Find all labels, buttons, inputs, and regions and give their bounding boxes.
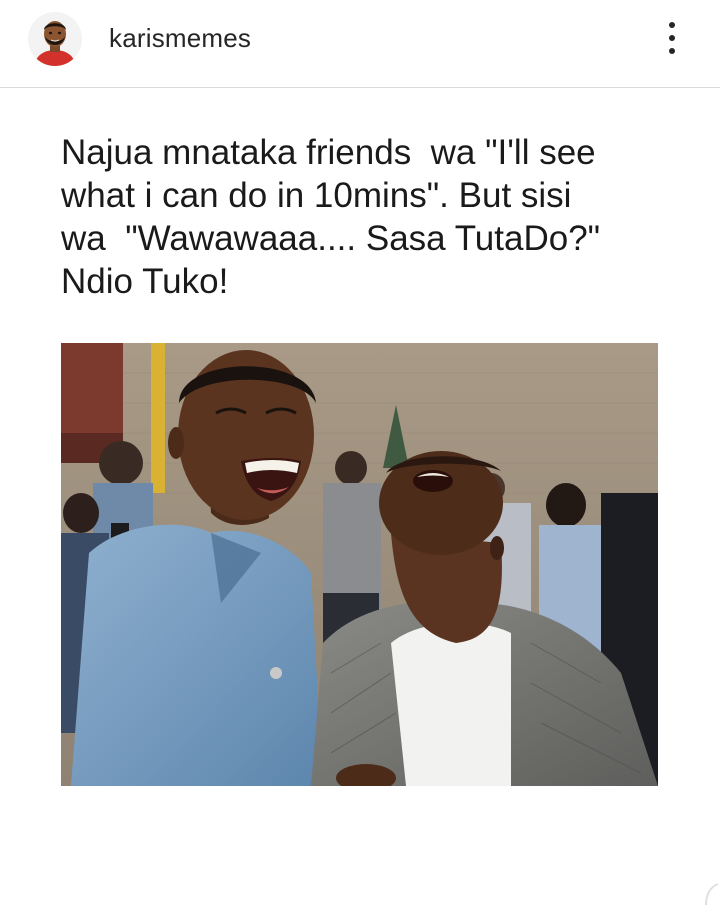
post-caption: Najua mnataka friends wa "I'll see what … (61, 131, 681, 303)
caption-line: wa "Wawawaaa.... Sasa TutaDo?" (61, 219, 601, 258)
more-options-icon[interactable] (656, 16, 688, 60)
caption-line: what i can do in 10mins". But sisi (61, 176, 572, 215)
cartoon-man-avatar-icon (28, 12, 82, 66)
avatar[interactable] (28, 12, 82, 66)
caption-line: Najua mnataka friends wa "I'll see (61, 133, 596, 172)
username[interactable]: karismemes (109, 22, 251, 54)
scroll-indicator-icon (702, 881, 720, 906)
post-body: Najua mnataka friends wa "I'll see what … (0, 89, 720, 906)
caption-line: Ndio Tuko! (61, 262, 229, 301)
post-header: karismemes (0, 0, 720, 88)
two-men-laughing-photo (61, 343, 658, 786)
post-photo[interactable] (61, 343, 658, 786)
